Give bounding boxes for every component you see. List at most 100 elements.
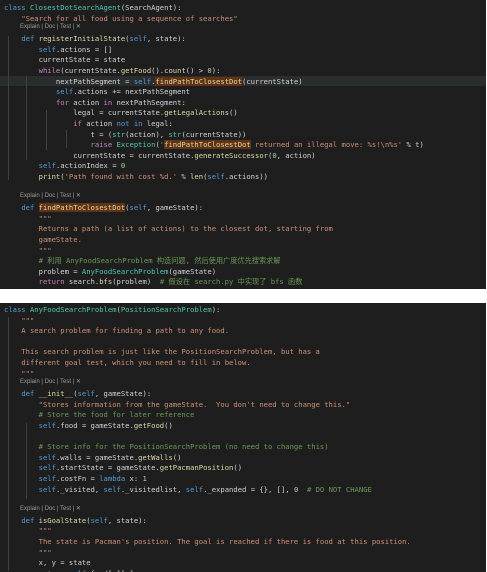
code-line[interactable]: print('Path found with cost %d.' % len(s… (4, 171, 486, 182)
code-token: generateSuccessor (194, 150, 268, 160)
code-editor-panel-closest-dot[interactable]: class ClosestDotSearchAgent(SearchAgent)… (0, 0, 486, 289)
code-token: A search problem for finding a path to a… (4, 326, 230, 336)
code-line[interactable]: t = (str(action), str(currentState)) (4, 129, 486, 140)
code-token: self (129, 203, 147, 213)
code-token: t = ( (4, 129, 113, 139)
code-token: # Store info for the PositionSearchProbl… (38, 442, 329, 452)
code-line[interactable]: legal = currentState.getLegalActions() (4, 107, 486, 118)
code-token: x: (125, 474, 143, 483)
code-line[interactable]: # Store info for the PositionSearchProbl… (4, 441, 486, 452)
code-token: """ (38, 245, 52, 255)
code-line[interactable]: self.actions = [] (4, 44, 486, 55)
code-token: different goal test, which you need to f… (4, 358, 251, 367)
code-line[interactable]: "Search for all food using a sequence of… (4, 13, 486, 24)
code-line[interactable]: # Store the food for later reference (4, 409, 486, 420)
code-line[interactable]: raise Exception('findPathToClosestDot re… (4, 139, 486, 150)
code-token: count (164, 66, 186, 75)
code-token: """ (38, 547, 52, 557)
code-line[interactable]: "Stores information from the gameState. … (4, 399, 486, 410)
code-line[interactable]: class ClosestDotSearchAgent(SearchAgent)… (4, 2, 486, 13)
indent-guide (46, 110, 47, 150)
code-token: def (21, 34, 39, 44)
code-line[interactable]: currentState = state (4, 54, 486, 65)
codelens-actions[interactable]: Explain | Doc | Test | ✕ (20, 505, 81, 514)
code-line[interactable]: self.food = gameState.getFood() (4, 420, 486, 431)
code-editor-panel-any-food[interactable]: class AnyFoodSearchProblem(PositionSearc… (0, 303, 486, 572)
code-line[interactable]: while(currentState.getFood().count() > 0… (4, 65, 486, 76)
code-line[interactable]: self.actions += nextPathSegment (4, 86, 486, 97)
code-token: .actions += nextPathSegment (73, 87, 191, 97)
code-line[interactable]: """ (4, 245, 486, 256)
code-line[interactable]: gameState. (4, 234, 486, 245)
code-line[interactable]: def __init__(self, gameState): (4, 388, 486, 399)
code-line[interactable]: if action not in legal: (4, 118, 486, 129)
code-token: 1 (142, 474, 147, 483)
code-token: % t) (402, 140, 424, 150)
code-token: ClosestDotSearchAgent (29, 3, 121, 12)
code-line[interactable]: This search problem is just like the Pos… (4, 346, 486, 357)
code-token: () (229, 108, 238, 118)
code-token: nextPathSegment = (4, 76, 134, 86)
code-token: isGoalState (38, 515, 87, 525)
code-line[interactable]: for action in nextPathSegment: (4, 97, 486, 108)
code-line[interactable]: self.startState = gameState.getPacmanPos… (4, 462, 486, 473)
code-line[interactable]: A search problem for finding a path to a… (4, 325, 486, 336)
code-line[interactable]: """ (4, 368, 486, 379)
code-line[interactable]: """ (4, 547, 486, 558)
code-line[interactable]: """ (4, 213, 486, 224)
code-line[interactable]: nextPathSegment = self.findPathToClosest… (4, 76, 486, 87)
code-line[interactable]: # 利用 AnyFoodSearchProblem 构造问题, 然后使用广度优先… (4, 255, 486, 266)
codelens-actions[interactable]: Explain | Doc | Test | ✕ (20, 378, 81, 387)
code-token: self (129, 34, 147, 44)
panel-separator (0, 289, 487, 303)
code-line[interactable]: return search.bfs(problem) # 假设在 search.… (4, 276, 486, 287)
code-token: 'Path found with cost %d.' (64, 172, 178, 181)
code-line[interactable]: """ (4, 315, 486, 326)
code-line[interactable]: self.costFn = lambda x: 1 (4, 473, 486, 484)
code-token: .actions)) (224, 172, 268, 181)
code-line[interactable]: class AnyFoodSearchProblem(PositionSearc… (4, 304, 486, 315)
code-line[interactable]: def isGoalState(self, state): (4, 515, 486, 526)
indent-guide (8, 317, 9, 571)
code-token: % (177, 172, 191, 181)
code-token: findPathToClosestDot (38, 203, 126, 213)
code-line[interactable]: The state is Pacman's position. The goal… (4, 536, 486, 547)
code-line[interactable]: return self.food[x][y] (4, 568, 486, 572)
code-token: not in (116, 119, 143, 128)
code-token: if (73, 119, 82, 128)
code-token: print (38, 172, 61, 181)
code-token: self (38, 452, 56, 462)
code-token: self (38, 474, 56, 483)
code-token: getFood (120, 66, 152, 75)
code-token: .costFn = (55, 474, 100, 483)
code-line[interactable]: x, y = state (4, 557, 486, 568)
codelens-actions[interactable]: Explain | Doc | Test | ✕ (20, 192, 81, 201)
code-token: action (68, 97, 104, 107)
code-line[interactable]: Returns a path (a list of actions) to th… (4, 223, 486, 234)
code-line[interactable]: def registerInitialState(self, state): (4, 33, 486, 44)
code-token: class (4, 305, 30, 314)
code-line[interactable]: different goal test, which you need to f… (4, 357, 486, 368)
code-token: , action) (276, 150, 316, 160)
code-token: (currentState. (60, 66, 121, 75)
code-line[interactable]: currentState = currentState.generateSucc… (4, 150, 486, 161)
code-token: "Search for all food using a sequence of… (21, 13, 238, 23)
code-line[interactable]: self._visited, self._visitedlist, self._… (4, 484, 486, 495)
code-line[interactable]: """ (4, 525, 486, 536)
code-token: () (172, 452, 182, 462)
code-token: self (90, 515, 108, 525)
code-line[interactable]: def findPathToClosestDot(self, gameState… (4, 202, 486, 213)
codelens-actions[interactable]: Explain | Doc | Test | ✕ (20, 23, 81, 32)
code-line[interactable]: self.actionIndex = 0 (4, 160, 486, 171)
code-line[interactable]: problem = AnyFoodSearchProblem(gameState… (4, 266, 486, 277)
code-line[interactable]: self.walls = gameState.getWalls() (4, 452, 486, 463)
code-token: "Stores information from the gameState. … (38, 399, 351, 409)
